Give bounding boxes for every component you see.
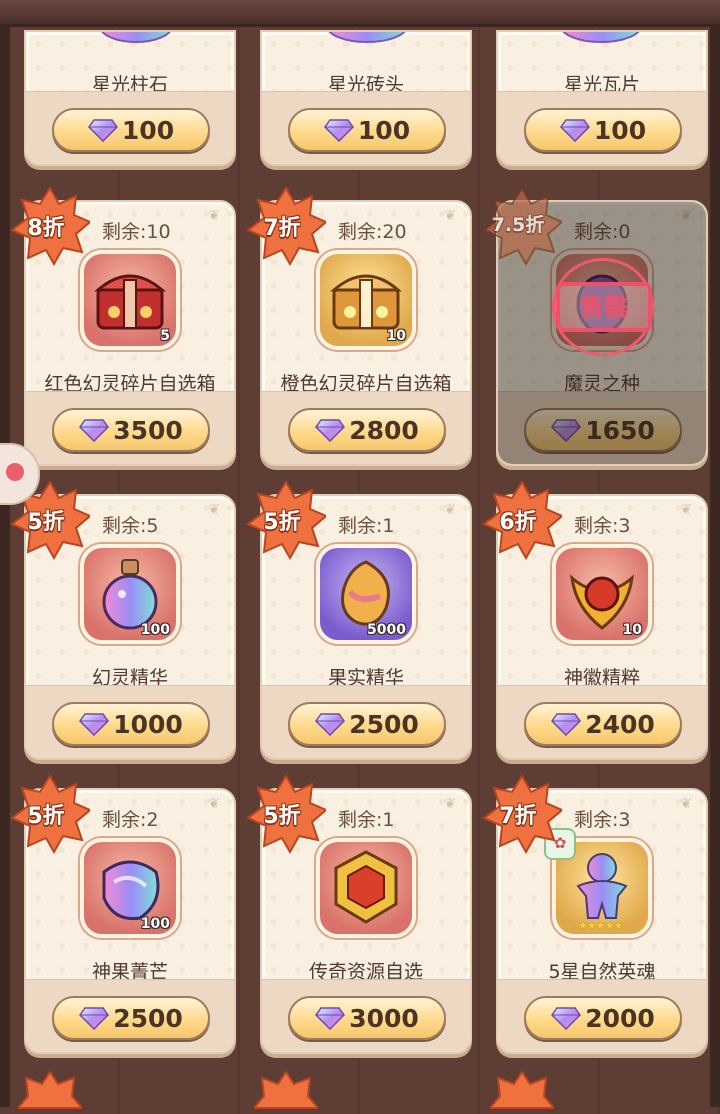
price-value: 2500 xyxy=(113,1003,183,1033)
discount-badge: 5折 xyxy=(246,480,326,560)
discount-badge: 7折 xyxy=(482,774,562,854)
diamond-icon xyxy=(315,419,346,442)
buy-button[interactable]: 100 xyxy=(52,108,210,152)
leaf-ornament-icon: ❦ xyxy=(208,796,220,812)
buy-button[interactable]: 1000 xyxy=(52,702,210,746)
buy-button[interactable]: 3500 xyxy=(52,408,210,452)
sold-out-stamp: 售罄 xyxy=(556,282,652,332)
discount-text: 5折 xyxy=(263,510,301,535)
discount-text: 7.5折 xyxy=(491,214,545,236)
diamond-icon xyxy=(323,119,354,142)
price-value: 3000 xyxy=(349,1003,419,1033)
right-rail xyxy=(710,24,720,1107)
buy-button[interactable]: 2500 xyxy=(52,996,210,1040)
diamond-icon xyxy=(559,119,590,142)
price-value: 3500 xyxy=(113,415,183,445)
buy-button[interactable]: 100 xyxy=(524,108,682,152)
item-slot: 100 xyxy=(80,838,180,938)
remaining-count: 剩余:5 xyxy=(102,515,159,537)
shop-card-starlight-tile[interactable]: 星光瓦片 100 xyxy=(496,30,708,166)
leaf-ornament-icon: ❦ xyxy=(208,208,220,224)
discount-text: 5折 xyxy=(27,804,65,829)
diamond-icon xyxy=(79,419,110,442)
next-row-badge-peek xyxy=(251,1070,334,1110)
price-value: 2800 xyxy=(349,415,419,445)
shop-card-starlight-pillar[interactable]: 星光柱石 100 xyxy=(24,30,236,166)
discount-badge: 5折 xyxy=(246,774,326,854)
price-value: 2500 xyxy=(349,709,419,739)
item-quantity: 10 xyxy=(622,622,642,638)
buy-button[interactable]: 2500 xyxy=(288,702,446,746)
remaining-count: 剩余:2 xyxy=(102,809,159,831)
item-slot xyxy=(316,838,416,938)
item-slot: 10 xyxy=(316,250,416,350)
diamond-icon xyxy=(315,713,346,736)
remaining-count: 剩余:1 xyxy=(338,515,395,537)
diamond-icon xyxy=(551,1007,582,1030)
price-value: 100 xyxy=(593,115,647,145)
starlight-brick-icon xyxy=(328,32,406,43)
remaining-count: 剩余:1 xyxy=(338,809,395,831)
item-quantity: 5000 xyxy=(367,622,406,638)
item-slot: 10 xyxy=(552,544,652,644)
buy-button[interactable]: 2800 xyxy=(288,408,446,452)
price-value: 1000 xyxy=(113,709,183,739)
leaf-ornament-icon: ❦ xyxy=(680,796,692,812)
item-quantity: 5 xyxy=(160,328,170,344)
diamond-icon xyxy=(79,1007,110,1030)
price-value: 100 xyxy=(357,115,411,145)
price-value: 2400 xyxy=(585,709,655,739)
diamond-icon xyxy=(87,119,118,142)
remaining-count: 剩余:20 xyxy=(338,221,407,243)
discount-badge: 6折 xyxy=(482,480,562,560)
next-row-badge-peek xyxy=(15,1070,98,1110)
item-slot: ✿ ★★★★★ xyxy=(544,828,652,938)
starlight-tile-icon xyxy=(562,32,640,43)
item-quantity: 10 xyxy=(386,328,406,344)
discount-badge: 8折 xyxy=(10,186,90,266)
item-slot: 5 xyxy=(80,250,180,350)
item-slot: 5000 xyxy=(316,544,416,644)
side-tab-icon xyxy=(6,463,24,481)
shop-card-starlight-brick[interactable]: 星光砖头 100 xyxy=(260,30,472,166)
buy-button[interactable]: 2000 xyxy=(524,996,682,1040)
discount-text: 6折 xyxy=(499,510,537,535)
next-row-badge-peek xyxy=(487,1070,570,1110)
discount-text: 5折 xyxy=(27,510,65,535)
discount-badge: 7折 xyxy=(246,186,326,266)
buy-button[interactable]: 3000 xyxy=(288,996,446,1040)
discount-text: 7折 xyxy=(499,804,537,829)
top-bar xyxy=(0,0,720,27)
discount-badge: 7.5折 xyxy=(482,186,562,266)
left-rail xyxy=(0,24,10,1107)
remaining-count: 剩余:10 xyxy=(102,221,171,243)
leaf-ornament-icon: ❦ xyxy=(444,208,456,224)
item-quantity: 100 xyxy=(140,916,170,932)
discount-badge: 5折 xyxy=(10,774,90,854)
diamond-icon xyxy=(551,713,582,736)
remaining-count: 剩余:3 xyxy=(574,809,631,831)
leaf-ornament-icon: ❦ xyxy=(444,796,456,812)
leaf-ornament-icon: ❦ xyxy=(208,502,220,518)
leaf-ornament-icon: ❦ xyxy=(680,502,692,518)
star-rating: ★★★★★ xyxy=(578,919,623,932)
remaining-count: 剩余:3 xyxy=(574,515,631,537)
diamond-icon xyxy=(79,713,110,736)
item-quantity: 100 xyxy=(140,622,170,638)
starlight-pillar-icon xyxy=(101,32,171,43)
discount-text: 8折 xyxy=(27,216,65,241)
item-slot: 100 xyxy=(80,544,180,644)
leaf-ornament-icon: ❦ xyxy=(444,502,456,518)
discount-text: 5折 xyxy=(263,804,301,829)
buy-button[interactable]: 2400 xyxy=(524,702,682,746)
diamond-icon xyxy=(315,1007,346,1030)
buy-button[interactable]: 100 xyxy=(288,108,446,152)
price-value: 2000 xyxy=(585,1003,655,1033)
legendary-crest-icon xyxy=(334,850,398,924)
discount-text: 7折 xyxy=(263,216,301,241)
price-value: 100 xyxy=(121,115,175,145)
